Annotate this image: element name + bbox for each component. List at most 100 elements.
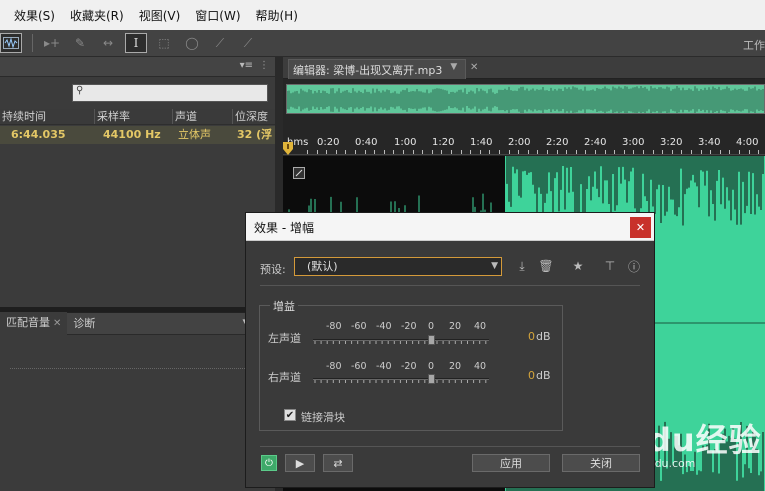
slip-tool-icon[interactable]: ↔ bbox=[97, 33, 119, 53]
column-sample-rate[interactable]: 采样率 bbox=[95, 109, 173, 124]
right-channel-slider[interactable] bbox=[313, 378, 489, 380]
scale-label: 20 bbox=[449, 361, 462, 372]
toolbar: ▸+ ✎ ↔ I ⬚ ◯ ⟋ ⟋ 工作 bbox=[0, 30, 765, 57]
brush-tool-icon[interactable]: ⟋ bbox=[209, 33, 231, 53]
chevron-down-icon[interactable]: ▼ bbox=[450, 62, 457, 79]
ruler-tick bbox=[672, 150, 673, 154]
ruler-label: 2:20 bbox=[546, 137, 569, 148]
editor-tabs: 编辑器: 梁博-出现又离开.mp3 ▼ ✕ bbox=[283, 57, 765, 79]
routing-icon[interactable]: ⊤ bbox=[602, 258, 618, 274]
menu-effects[interactable]: 效果(S) bbox=[14, 7, 55, 24]
scale-label: -40 bbox=[376, 321, 392, 332]
right-channel-label: 右声道 bbox=[268, 371, 301, 384]
apply-button[interactable]: 应用 bbox=[472, 454, 550, 472]
ruler-tick bbox=[441, 150, 442, 154]
column-channels[interactable]: 声道 bbox=[173, 109, 233, 124]
waveform-overview[interactable] bbox=[286, 84, 765, 114]
ruler-tick bbox=[710, 150, 711, 154]
resize-grip[interactable] bbox=[10, 368, 245, 371]
files-table-header: 持续时间 采样率 声道 位深度 bbox=[0, 109, 275, 125]
left-channel-slider[interactable] bbox=[313, 339, 489, 341]
editor-tab-label: 编辑器: 梁博-出现又离开.mp3 bbox=[293, 64, 443, 77]
preset-select[interactable]: (默认) ▼ bbox=[294, 257, 502, 276]
link-sliders-checkbox[interactable]: ✔ bbox=[284, 409, 296, 421]
gain-group-title: 增益 bbox=[270, 298, 298, 314]
left-channel-unit: dB bbox=[536, 330, 551, 343]
marquee-tool-icon[interactable]: ⬚ bbox=[153, 33, 175, 53]
ruler-tick bbox=[681, 150, 682, 154]
preview-play-button[interactable]: ▶ bbox=[285, 454, 315, 472]
ruler-tick bbox=[470, 150, 471, 154]
save-preset-icon[interactable]: ⤓ bbox=[514, 258, 530, 274]
ruler-tick bbox=[605, 150, 606, 154]
cell-sample-rate: 44100 Hz bbox=[103, 128, 161, 141]
lasso-tool-icon[interactable]: ◯ bbox=[181, 33, 203, 53]
dialog-title: 效果 - 增幅 bbox=[254, 221, 314, 235]
menu-window[interactable]: 窗口(W) bbox=[195, 7, 240, 24]
right-channel-value[interactable]: 0 bbox=[528, 369, 535, 382]
scale-label: -60 bbox=[351, 321, 367, 332]
ruler-label: 3:00 bbox=[622, 137, 645, 148]
lower-left-panel: 匹配音量✕ 诊断 ▾ bbox=[0, 312, 275, 491]
dialog-close-button[interactable]: ✕ bbox=[630, 217, 651, 238]
ruler-tick bbox=[345, 150, 346, 154]
left-channel-slider-thumb[interactable] bbox=[428, 335, 435, 345]
menu-favorites[interactable]: 收藏夹(R) bbox=[70, 7, 124, 24]
search-icon: ⚲ bbox=[76, 85, 84, 96]
move-tool-icon[interactable]: ▸+ bbox=[41, 33, 63, 53]
menu-help[interactable]: 帮助(H) bbox=[256, 7, 298, 24]
favorite-star-icon[interactable]: ★ bbox=[570, 258, 586, 274]
ruler-tick bbox=[701, 150, 702, 154]
close-button[interactable]: 关闭 bbox=[562, 454, 640, 472]
ruler-label: 1:40 bbox=[470, 137, 493, 148]
table-row[interactable]: 6:44.035 44100 Hz 立体声 32 (浮 bbox=[0, 126, 275, 144]
loop-preview-button[interactable]: ⇄ bbox=[323, 454, 353, 472]
menu-bar: 效果(S) 收藏夹(R) 视图(V) 窗口(W) 帮助(H) bbox=[0, 0, 765, 30]
tab-diagnostics[interactable]: 诊断 bbox=[67, 313, 101, 335]
playhead-marker-icon[interactable] bbox=[283, 142, 293, 156]
tab-match-volume[interactable]: 匹配音量 ✕ bbox=[0, 312, 68, 335]
ruler-tick bbox=[499, 150, 500, 154]
ruler-label: 1:00 bbox=[394, 137, 417, 148]
ruler-tick bbox=[317, 150, 318, 154]
ruler-tick bbox=[518, 150, 519, 154]
panel-menu-icon[interactable]: ▾≡ bbox=[240, 60, 253, 71]
ruler-tick bbox=[749, 150, 750, 154]
time-selection-tool-icon[interactable]: I bbox=[125, 33, 147, 53]
ruler-label: 0:20 bbox=[317, 137, 340, 148]
preset-label: 预设: bbox=[260, 263, 286, 276]
menu-view[interactable]: 视图(V) bbox=[139, 7, 181, 24]
workspace-label[interactable]: 工作 bbox=[743, 37, 765, 53]
power-toggle-icon[interactable]: ⏻ bbox=[261, 455, 277, 471]
close-icon[interactable]: ✕ bbox=[53, 318, 61, 329]
dialog-title-bar[interactable]: 效果 - 增幅 ✕ bbox=[246, 213, 654, 241]
right-channel-slider-thumb[interactable] bbox=[428, 374, 435, 384]
panel-collapse-icon[interactable]: ⋮ bbox=[259, 60, 269, 71]
ruler-tick bbox=[653, 150, 654, 154]
scale-label: 40 bbox=[474, 321, 487, 332]
column-duration[interactable]: 持续时间 bbox=[0, 109, 95, 124]
divider bbox=[260, 285, 640, 286]
ruler-tick bbox=[393, 150, 394, 154]
tab-label: 诊断 bbox=[73, 316, 96, 330]
spot-healing-tool-icon[interactable]: ⟋ bbox=[237, 33, 259, 53]
left-channel-value[interactable]: 0 bbox=[528, 330, 535, 343]
info-icon[interactable]: ⓘ bbox=[626, 258, 642, 274]
clip-handle-icon[interactable] bbox=[293, 167, 305, 179]
delete-preset-icon[interactable]: 🗑 bbox=[538, 258, 554, 274]
ruler-tick bbox=[528, 150, 529, 154]
ruler-tick bbox=[585, 150, 586, 154]
ruler-label: 3:20 bbox=[660, 137, 683, 148]
cell-duration: 6:44.035 bbox=[11, 128, 66, 141]
tab-editor[interactable]: 编辑器: 梁博-出现又离开.mp3 ▼ bbox=[288, 59, 467, 79]
time-ruler[interactable]: hms 0:20 0:40 1:00 1:20 1:40 2:00 2:20 2:40 3:00 3… bbox=[283, 133, 765, 155]
ruler-tick bbox=[461, 150, 462, 154]
close-icon[interactable]: ✕ bbox=[470, 62, 478, 73]
files-search-input[interactable]: ⚲ bbox=[72, 84, 268, 102]
ruler-tick bbox=[547, 150, 548, 154]
scale-label: 0 bbox=[428, 361, 435, 372]
column-bit-depth[interactable]: 位深度 bbox=[233, 109, 275, 124]
razor-tool-icon[interactable]: ✎ bbox=[69, 33, 91, 53]
scale-label: -20 bbox=[401, 361, 417, 372]
waveform-view-icon[interactable] bbox=[0, 33, 22, 53]
